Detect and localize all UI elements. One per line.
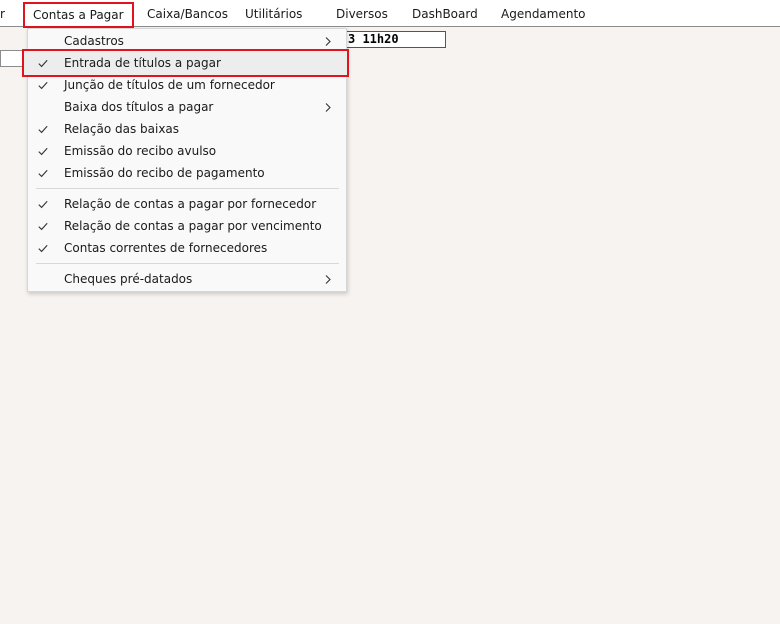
menu-contas-a-pagar[interactable]: Contas a Pagar: [23, 2, 134, 28]
menu-utilitarios[interactable]: Utilitários: [245, 5, 302, 23]
menu-agendamento[interactable]: Agendamento: [501, 5, 586, 23]
menu-item-relacao-por-fornecedor[interactable]: Relação de contas a pagar por fornecedor: [28, 193, 346, 215]
menu-item-baixa-titulos[interactable]: Baixa dos títulos a pagar: [28, 96, 346, 118]
checkmark-icon: [38, 118, 50, 140]
menu-item-relacao-por-vencimento[interactable]: Relação de contas a pagar por vencimento: [28, 215, 346, 237]
menu-bar: r Contas a Pagar Caixa/Bancos Utilitário…: [0, 0, 780, 28]
chevron-right-icon: [324, 96, 332, 118]
menu-item-recibo-avulso[interactable]: Emissão do recibo avulso: [28, 140, 346, 162]
checkmark-icon: [38, 162, 50, 184]
chevron-right-icon: [324, 30, 332, 52]
menu-item-label: Relação de contas a pagar por fornecedor: [64, 197, 317, 211]
menu-caixa-bancos[interactable]: Caixa/Bancos: [147, 5, 228, 23]
menu-item-label: Contas correntes de fornecedores: [64, 241, 268, 255]
menu-item-label: Emissão do recibo avulso: [64, 144, 217, 158]
checkmark-icon: [38, 140, 50, 162]
menu-item-cheques-pre-datados[interactable]: Cheques pré-datados: [28, 268, 346, 290]
menu-item-relacao-baixas[interactable]: Relação das baixas: [28, 118, 346, 140]
menu-item-contas-correntes[interactable]: Contas correntes de fornecedores: [28, 237, 346, 259]
datetime-field: 3 11h20: [344, 31, 446, 48]
menu-item-label: Junção de títulos de um fornecedor: [64, 78, 275, 92]
menu-item-label: Entrada de títulos a pagar: [64, 56, 221, 70]
menu-item-juncao-titulos[interactable]: Junção de títulos de um fornecedor: [28, 74, 346, 96]
menu-item-label: Cheques pré-datados: [64, 272, 193, 286]
menu-item-recibo-pagamento[interactable]: Emissão do recibo de pagamento: [28, 162, 346, 184]
menu-dashboard[interactable]: DashBoard: [412, 5, 478, 23]
highlight-wrapper: Entrada de títulos a pagar: [22, 49, 349, 77]
menu-separator: [36, 188, 339, 189]
checkmark-icon: [38, 74, 50, 96]
menu-item-label: Relação das baixas: [64, 122, 180, 136]
menu-item-cadastros[interactable]: Cadastros: [28, 30, 346, 52]
contas-a-pagar-dropdown: Cadastros Entrada de títulos a pagar Jun…: [22, 28, 349, 292]
checkmark-icon: [38, 50, 50, 76]
checkmark-icon: [38, 193, 50, 215]
checkmark-icon: [38, 237, 50, 259]
menu-item-entrada-titulos[interactable]: Entrada de títulos a pagar: [22, 49, 349, 77]
checkmark-icon: [38, 215, 50, 237]
menu-item-label: Relação de contas a pagar por vencimento: [64, 219, 322, 233]
chevron-right-icon: [324, 268, 332, 290]
menu-item-partial[interactable]: r: [0, 5, 5, 23]
menu-diversos[interactable]: Diversos: [336, 5, 388, 23]
menu-item-label: Emissão do recibo de pagamento: [64, 166, 265, 180]
menu-item-label: Cadastros: [64, 34, 124, 48]
menu-separator: [36, 263, 339, 264]
menu-item-label: Baixa dos títulos a pagar: [64, 100, 214, 114]
